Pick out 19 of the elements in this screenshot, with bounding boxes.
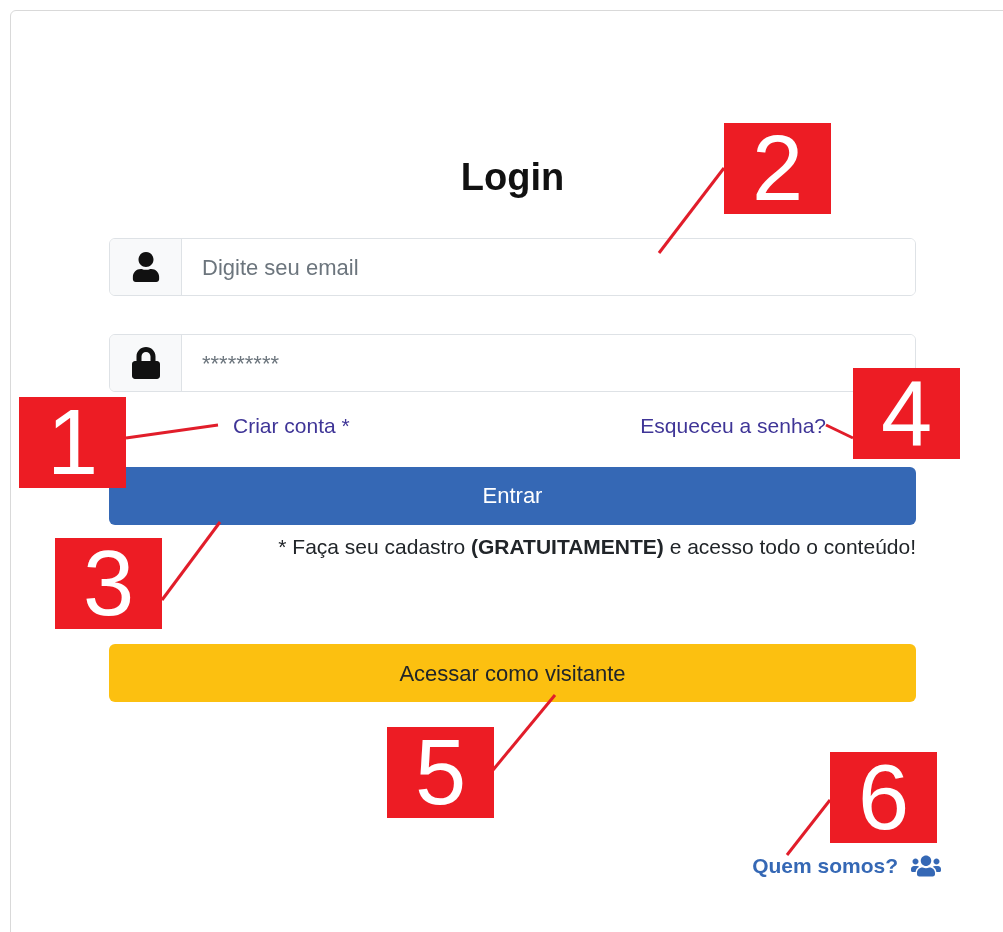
callout-number: 2 (724, 123, 831, 214)
guest-button[interactable]: Acessar como visitante (109, 644, 916, 702)
callout-number: 6 (830, 752, 937, 843)
login-heading: Login (460, 155, 565, 200)
email-field[interactable]: Digite seu email (109, 238, 916, 296)
user-icon (130, 252, 161, 282)
people-icon (910, 853, 942, 878)
login-button[interactable]: Entrar (109, 466, 916, 525)
lock-icon (130, 347, 161, 379)
callout-number: 1 (19, 397, 126, 488)
callout-number: 5 (387, 727, 494, 818)
callout-number: 3 (55, 538, 162, 629)
about-link[interactable]: Quem somos? (752, 850, 942, 882)
forgot-password-link[interactable]: Esqueceu a senha? (640, 410, 826, 442)
callout-number: 4 (853, 368, 960, 459)
signup-note: * Faça seu cadastro (GRATUITAMENTE) e acesso todo o conteúdo! (278, 533, 916, 560)
leader-line (825, 423, 854, 440)
leader-line (785, 799, 832, 856)
create-account-link[interactable]: Criar conta * (233, 410, 350, 442)
